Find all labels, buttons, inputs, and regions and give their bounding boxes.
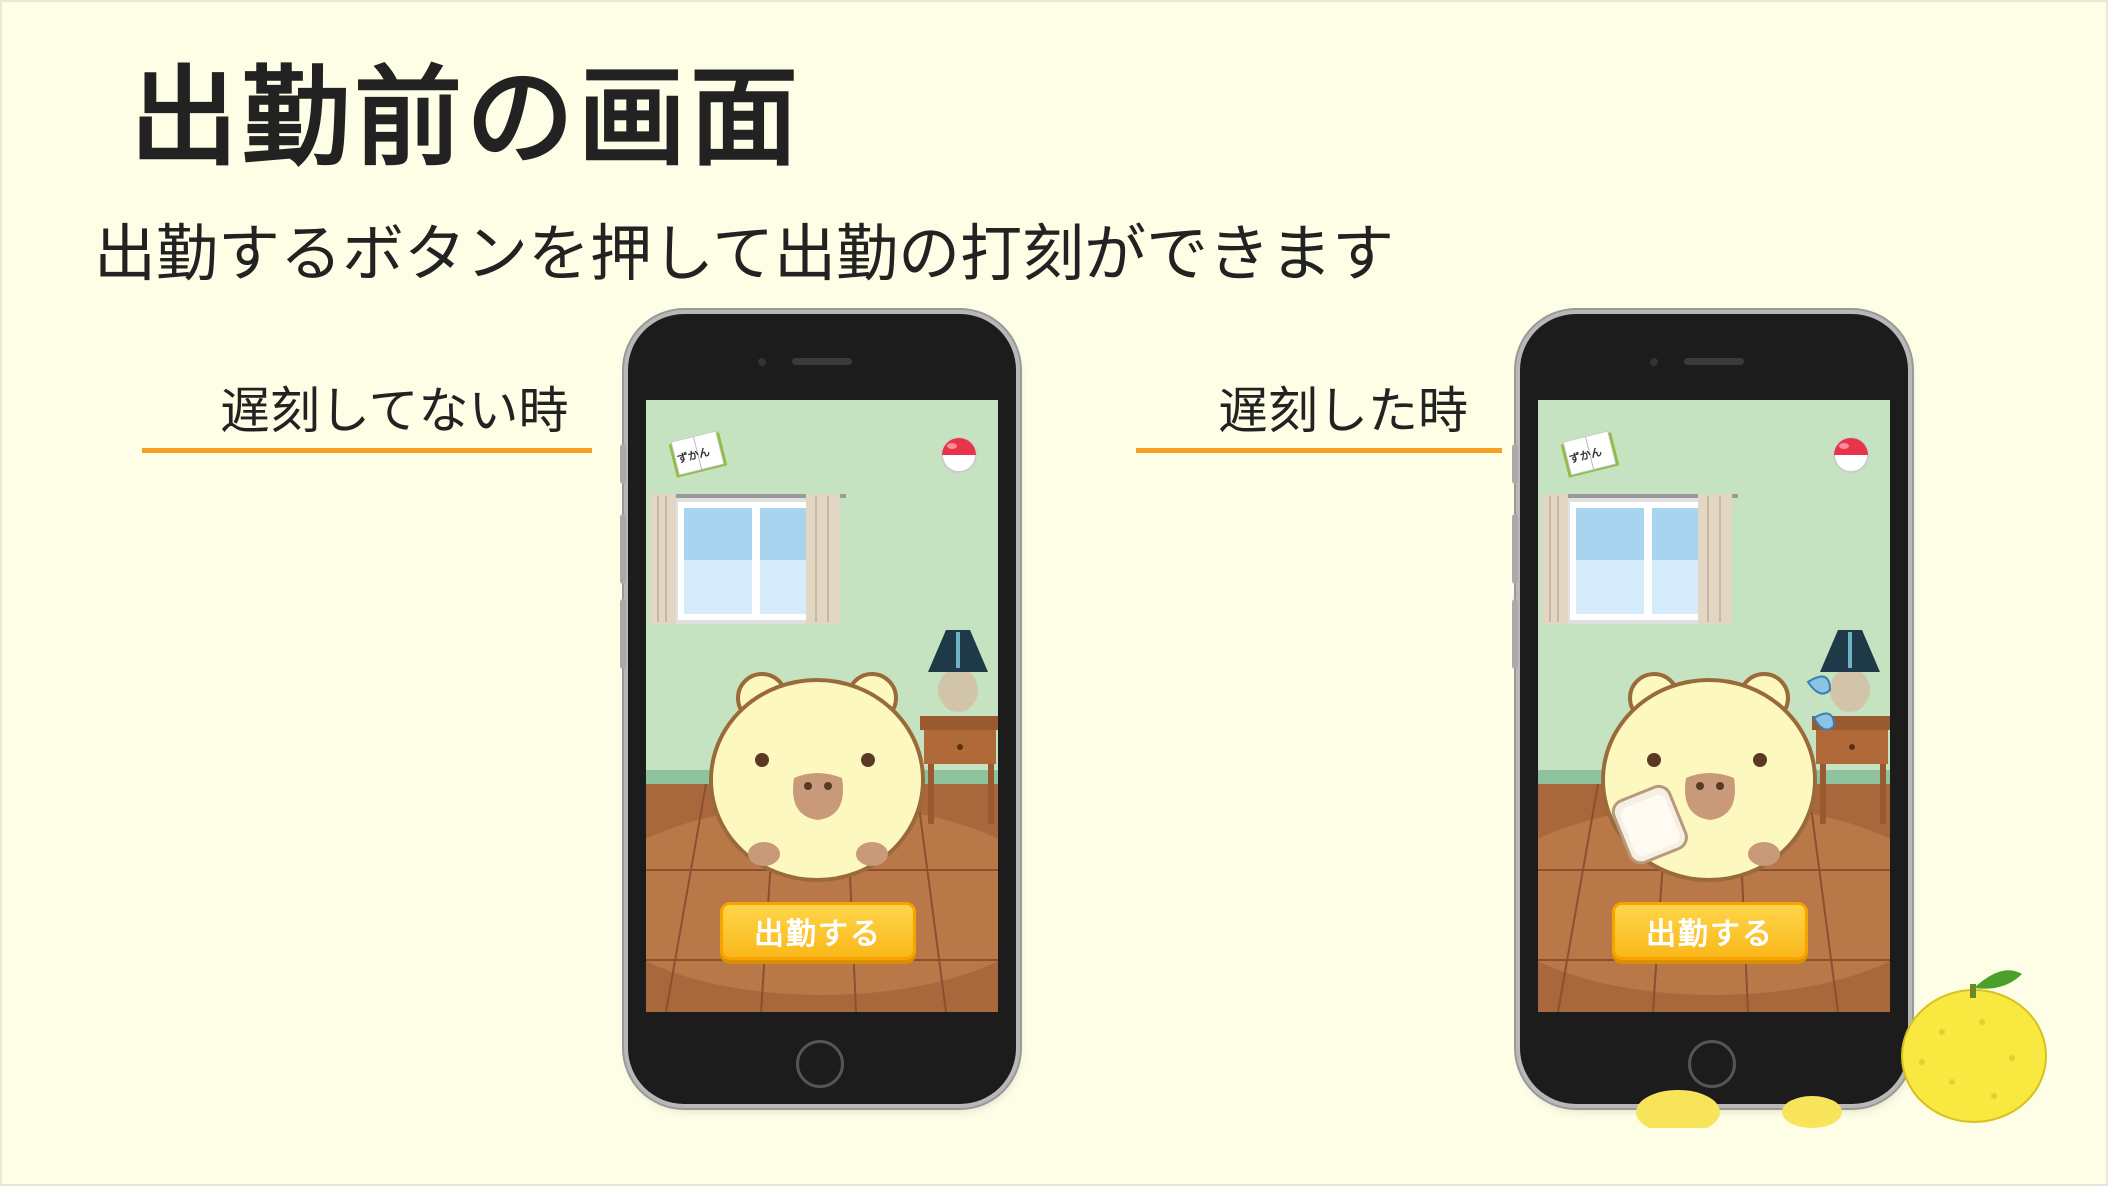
case-label-not-late: 遅刻してない時 <box>220 382 569 440</box>
slide-title: 出勤前の画面 <box>130 56 803 181</box>
slide-subtitle: 出勤するボタンを押して出勤の打刻ができます <box>94 217 1395 290</box>
yuzu-fruit-decoration <box>1636 970 2047 1128</box>
attend-button[interactable]: 出勤する <box>1612 902 1808 960</box>
phone-speaker <box>792 358 852 365</box>
app-screen-late: ずかん 出勤する <box>1538 400 1890 1012</box>
phone-volume-up <box>1512 514 1518 584</box>
phone-volume-down <box>1512 599 1518 669</box>
bear-character <box>709 672 925 882</box>
phone-camera <box>1650 358 1658 366</box>
attend-button[interactable]: 出勤する <box>720 902 916 960</box>
case-label-late: 遅刻した時 <box>1218 382 1468 440</box>
case-underline-late <box>1136 448 1502 453</box>
phone-mockup-not-late: ずかん 出勤する <box>620 314 1016 1104</box>
phone-volume-down <box>620 599 626 669</box>
app-screen-not-late: ずかん 出勤する <box>646 400 998 1012</box>
phone-camera <box>758 358 766 366</box>
phone-speaker <box>1684 358 1744 365</box>
phone-volume-up <box>620 514 626 584</box>
phone-home-button[interactable] <box>796 1040 844 1088</box>
case-underline-not-late <box>142 448 592 453</box>
phone-mute-switch <box>620 444 626 484</box>
phone-mute-switch <box>1512 444 1518 484</box>
capsule-ball-icon[interactable] <box>940 436 978 474</box>
capsule-ball-icon[interactable] <box>1832 436 1870 474</box>
